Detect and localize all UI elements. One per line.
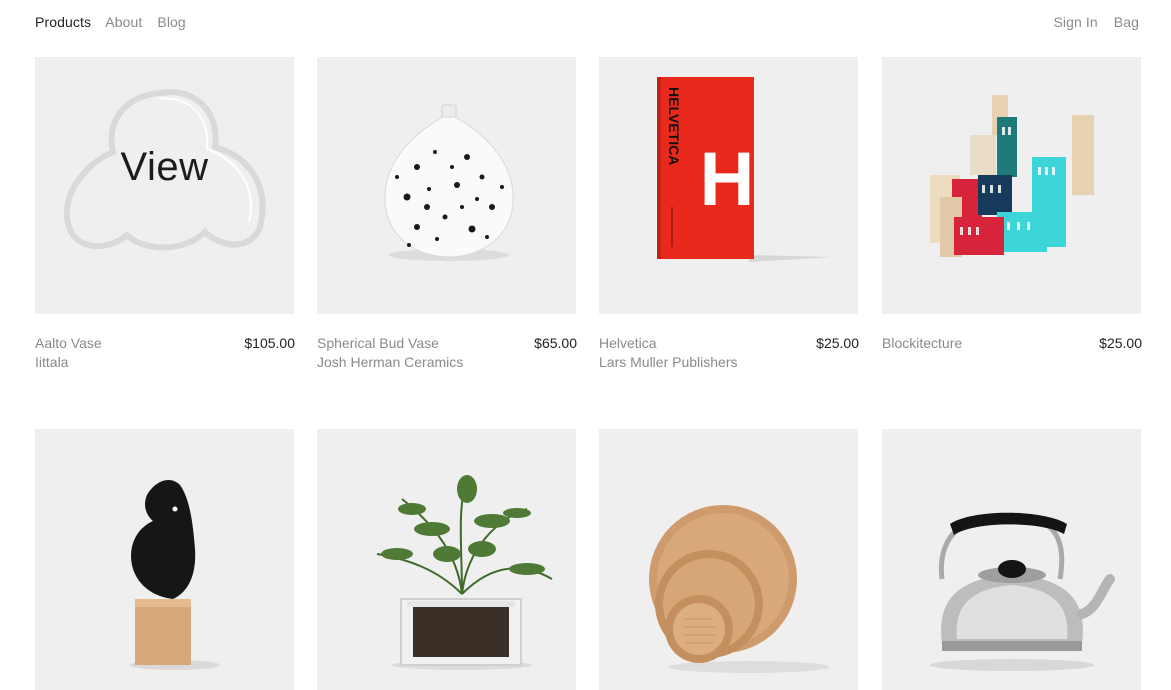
helvetica-book-image: HELVETICA H — [657, 77, 834, 262]
sign-in-link[interactable]: Sign In — [1053, 14, 1097, 30]
primary-nav: Products About Blog — [35, 14, 197, 30]
bud-vase-image — [384, 104, 514, 261]
view-overlay-label: View — [120, 145, 209, 189]
product-meta: Helvetica Lars Muller Publishers $25.00 — [599, 334, 859, 372]
product-image[interactable] — [35, 429, 294, 690]
bird-figurine-image — [130, 480, 220, 670]
product-meta: Blockitecture $25.00 — [882, 334, 1142, 353]
kettle-image — [930, 512, 1115, 671]
bag-link[interactable]: Bag — [1114, 14, 1139, 30]
product-image[interactable] — [317, 57, 576, 314]
product-maker: Lars Muller Publishers — [599, 354, 738, 370]
nav-products-link[interactable]: Products — [35, 14, 91, 30]
product-maker: Iittala — [35, 354, 69, 370]
product-image[interactable]: View — [35, 57, 294, 314]
product-price: $25.00 — [1099, 335, 1142, 351]
product-card-aalto-vase[interactable]: View Aalto Vase Iittala $105.00 — [35, 57, 295, 372]
product-image[interactable] — [599, 429, 858, 690]
product-card-kettle[interactable] — [882, 429, 1142, 690]
product-card-blockitecture[interactable]: Blockitecture $25.00 — [882, 57, 1142, 353]
product-maker: Josh Herman Ceramics — [317, 354, 464, 370]
herb-planter-image — [376, 475, 553, 670]
blockitecture-image — [930, 95, 1094, 257]
product-card-spherical-bud-vase[interactable]: Spherical Bud Vase Josh Herman Ceramics … — [317, 57, 577, 372]
product-price: $25.00 — [816, 335, 859, 351]
product-image[interactable] — [882, 57, 1141, 314]
product-meta: Spherical Bud Vase Josh Herman Ceramics … — [317, 334, 577, 372]
product-card-bird[interactable] — [35, 429, 295, 690]
book-spine-title: HELVETICA — [666, 87, 682, 165]
wooden-trays-image — [649, 505, 829, 673]
account-nav: Sign In Bag — [1041, 14, 1139, 30]
product-meta: Aalto Vase Iittala $105.00 — [35, 334, 295, 372]
product-image[interactable] — [882, 429, 1141, 690]
product-price: $65.00 — [534, 335, 577, 351]
nav-blog-link[interactable]: Blog — [157, 14, 185, 30]
product-image[interactable] — [317, 429, 576, 690]
nav-about-link[interactable]: About — [105, 14, 142, 30]
book-cover-letter: H — [700, 137, 755, 222]
product-card-helvetica[interactable]: HELVETICA H Helvetica Lars Muller Publis… — [599, 57, 859, 372]
product-card-herb-planter[interactable] — [317, 429, 577, 690]
product-card-wooden-trays[interactable] — [599, 429, 859, 690]
product-image[interactable]: HELVETICA H — [599, 57, 858, 314]
product-price: $105.00 — [244, 335, 295, 351]
